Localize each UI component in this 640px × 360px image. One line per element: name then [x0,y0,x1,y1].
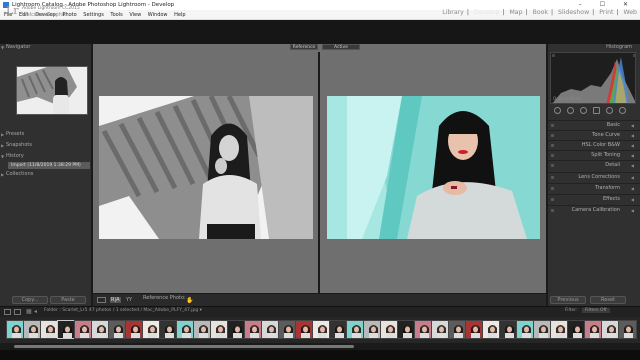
previous-button[interactable]: Previous [550,296,586,304]
module-slideshow[interactable]: Slideshow [558,9,589,16]
navigator-preview[interactable] [16,66,88,115]
identity-plate-header [0,20,640,44]
expand-triangle-icon: ◀ [630,197,634,202]
menu-view[interactable]: View [129,12,141,18]
menu-help[interactable]: Help [174,12,185,18]
reference-view-toggle[interactable]: R|A [110,297,121,303]
hand-icon[interactable]: ✋ [186,297,193,304]
navigator-thumbnail-image [17,67,87,114]
panel-switch-icon[interactable] [551,198,554,201]
section-detail[interactable]: Detail ◀ [548,160,640,169]
navigator-header[interactable]: ▼ Navigator [0,44,92,51]
filter-label: Filter: [565,308,578,313]
module-develop[interactable]: Develop [474,9,499,16]
identity-plate-text: Welcome Graphix [22,12,67,18]
section-basic[interactable]: Basic ◀ [548,120,640,129]
panel-switch-icon[interactable] [551,176,554,179]
menu-settings[interactable]: Settings [83,12,104,18]
panel-switch-icon[interactable] [551,164,554,167]
view-divider [318,52,320,293]
os-taskbar [0,350,640,360]
prev-arrow-icon[interactable]: ◂ [34,308,37,315]
panel-switch-icon[interactable] [551,209,554,212]
grid-view-icon[interactable]: ▦ [26,308,32,315]
section-hsl[interactable]: HSL Color B&W ◀ [548,140,640,149]
expand-triangle-icon: ◀ [630,133,634,138]
section-split-toning[interactable]: Split Toning ◀ [548,150,640,159]
active-photo[interactable] [327,96,540,239]
section-tone-curve[interactable]: Tone Curve ◀ [548,130,640,139]
expand-triangle-icon: ◀ [630,186,634,191]
module-print[interactable]: Print [599,9,613,16]
expand-triangle-icon: ◀ [630,175,634,180]
module-map[interactable]: Map [509,9,522,16]
lr-logo: Lr [6,4,19,17]
module-web[interactable]: Web [624,9,638,16]
reference-photo[interactable] [99,94,313,239]
snapshots-header[interactable]: ▶ Snapshots [0,142,92,149]
filmstrip-scrollbar[interactable] [0,343,640,350]
section-lens-corrections[interactable]: Lens Corrections ◀ [548,172,640,181]
radial-filter-icon[interactable] [606,107,613,114]
collapse-triangle-icon: ▼ [1,45,5,50]
secondary-window-icon[interactable] [14,309,21,315]
section-camera-calibration[interactable]: Camera Calibration ◀ [548,205,640,214]
filmstrip-thumbnail[interactable] [618,320,637,339]
loupe-view-icon[interactable] [97,297,106,303]
panel-switch-icon[interactable] [551,187,554,190]
filter-select[interactable]: Filters Off [582,308,610,313]
reference-bw-image [99,94,313,239]
collapse-triangle-icon: ▼ [1,154,5,159]
panel-switch-icon[interactable] [551,134,554,137]
histogram-header[interactable]: Histogram [548,44,640,51]
expand-triangle-icon: ◀ [630,208,634,213]
expand-triangle-icon: ◀ [630,143,634,148]
reference-label: Reference [290,44,318,50]
histogram-info: Original Photo [553,96,582,101]
menu-tools[interactable]: Tools [110,12,122,18]
module-picker: Library | Develop | Map | Book | Slideshow | … [442,9,638,16]
expand-triangle-icon: ◀ [630,153,634,158]
crop-tool-icon[interactable] [554,107,561,114]
active-label: Active [322,44,360,50]
red-eye-icon[interactable] [580,107,587,114]
expand-triangle-icon: ▶ [1,143,5,148]
panel-switch-icon[interactable] [551,144,554,147]
filmstrip-source-info[interactable]: Folder : Scarlet_Lr5 47 photos / 1 selec… [44,308,202,313]
reset-button[interactable]: Reset [590,296,626,304]
adjustment-brush-icon[interactable] [619,107,626,114]
history-item[interactable]: Import (11/8/2019 1:38:29 PM) [8,162,90,169]
expand-triangle-icon: ◀ [630,123,634,128]
panel-switch-icon[interactable] [551,124,554,127]
expand-triangle-icon: ◀ [630,163,634,168]
active-color-image [327,96,540,239]
before-after-icon[interactable]: YY [126,297,132,303]
menu-window[interactable]: Window [148,12,168,18]
tool-strip [550,107,636,117]
graduated-filter-icon[interactable] [593,107,600,114]
spot-removal-icon[interactable] [567,107,574,114]
module-book[interactable]: Book [533,9,548,16]
collections-header[interactable]: ▶ Collections [0,171,92,178]
paste-button[interactable]: Paste [50,296,86,304]
expand-triangle-icon: ▶ [1,132,5,137]
history-header[interactable]: ▼ History [0,153,92,160]
presets-header[interactable]: ▶ Presets [0,131,92,138]
catalog-version-text: Adobe Lightroom CC2015 [22,6,80,11]
reference-photo-label: Reference Photo: [143,295,186,301]
filmstrip-filter[interactable]: Filter: Filters Off [565,308,610,313]
section-transform[interactable]: Transform ◀ [548,183,640,192]
expand-triangle-icon: ▶ [1,172,5,177]
main-window-icon[interactable] [4,309,11,315]
copy-button[interactable]: Copy... [12,296,48,304]
module-library[interactable]: Library [442,9,464,16]
panel-switch-icon[interactable] [551,154,554,157]
section-effects[interactable]: Effects ◀ [548,194,640,203]
scrollbar-thumb[interactable] [14,345,354,348]
